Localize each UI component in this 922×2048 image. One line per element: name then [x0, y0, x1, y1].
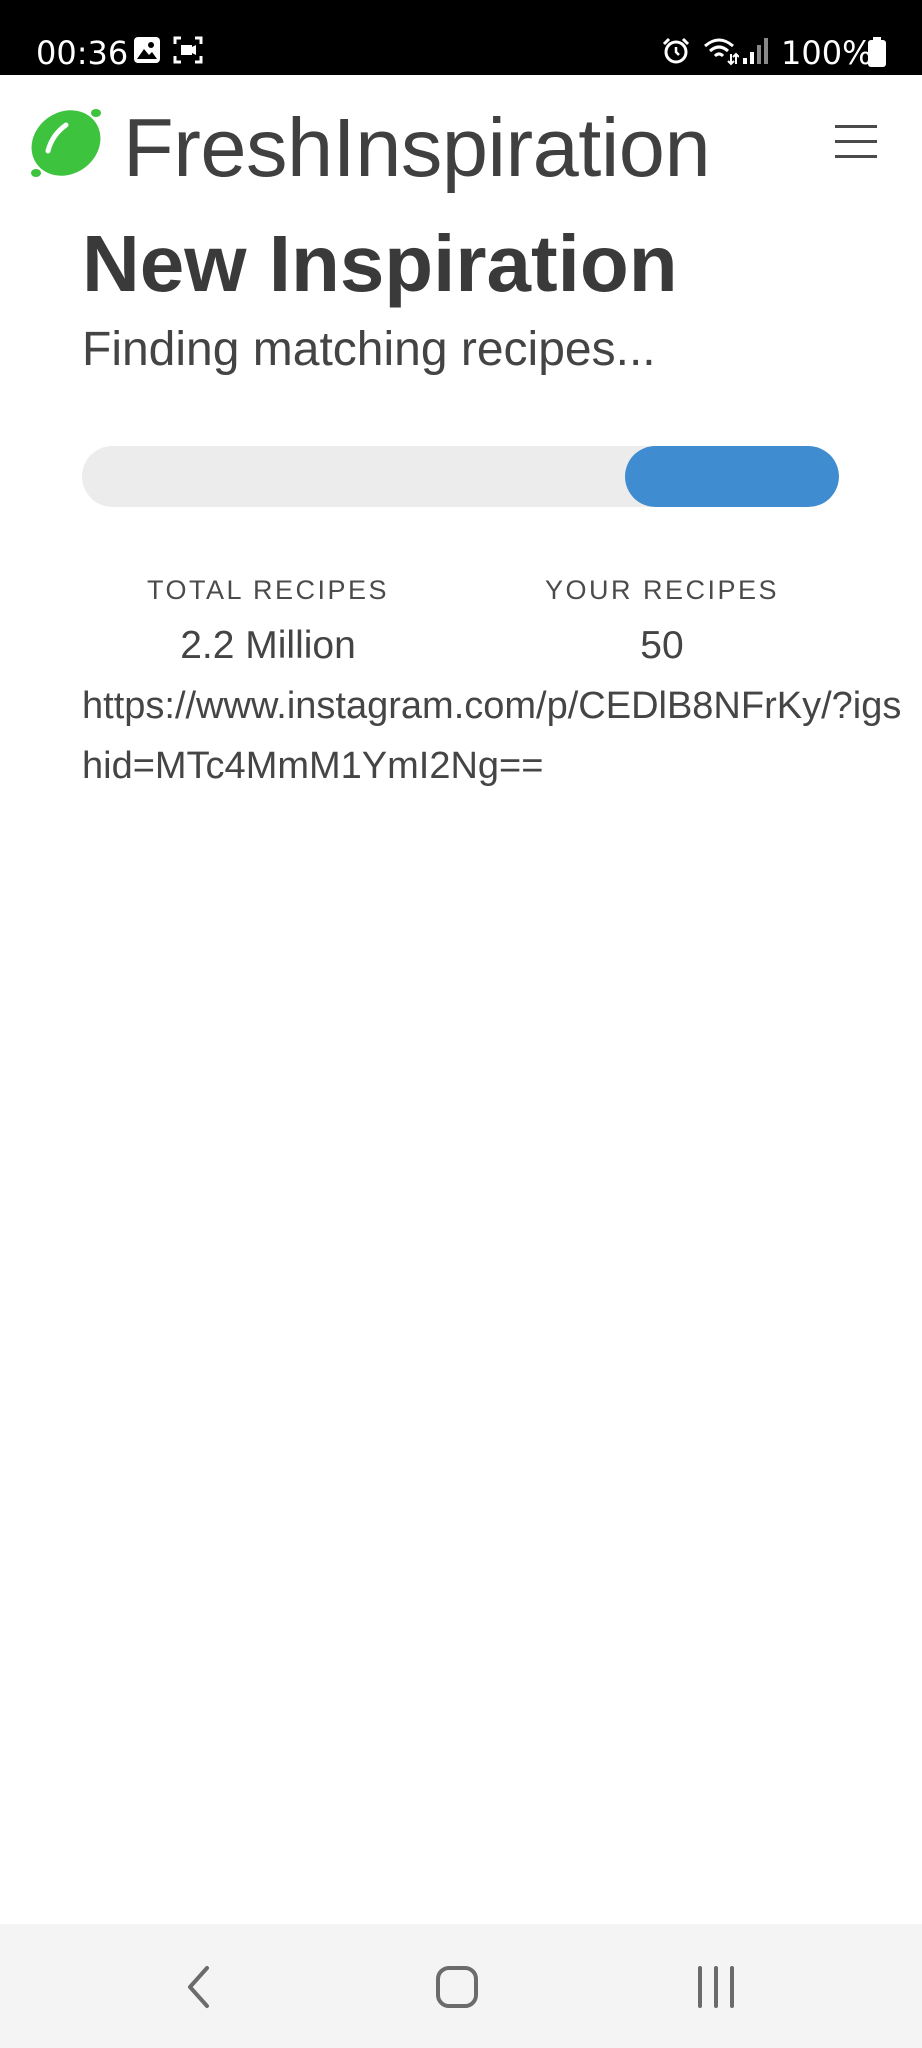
wifi-icon: [704, 38, 739, 66]
app-header: FreshInspiration: [0, 75, 922, 215]
shared-url-text: https://www.instagram.com/p/CEDlB8NFrKy/…: [82, 685, 902, 787]
stat-label-your-recipes: YOUR RECIPES: [544, 575, 780, 605]
page-title: New Inspiration: [82, 219, 678, 308]
status-time: 00:36: [36, 34, 129, 72]
back-icon[interactable]: [160, 1952, 240, 2022]
image-icon: [134, 37, 160, 63]
battery-icon: [868, 37, 886, 67]
recent-apps-icon[interactable]: [676, 1952, 756, 2022]
battery-percentage: 100%: [781, 34, 873, 72]
progress-bar: [82, 446, 839, 507]
stat-value-your-recipes: 50: [640, 624, 684, 667]
home-icon[interactable]: [417, 1952, 497, 2022]
lime-icon[interactable]: [28, 105, 104, 181]
hamburger-menu-icon[interactable]: [826, 121, 886, 167]
progress-bar-fill: [624, 446, 839, 507]
loading-status-text: Finding matching recipes...: [82, 323, 656, 376]
screen-record-icon: [173, 36, 203, 64]
alarm-icon: [662, 37, 690, 64]
brand-name[interactable]: FreshInspiration: [123, 100, 711, 195]
navigation-bar: [0, 1924, 922, 2048]
stat-label-total-recipes: TOTAL RECIPES: [146, 575, 390, 605]
stat-value-total-recipes: 2.2 Million: [180, 624, 356, 667]
signal-icon: [743, 38, 768, 64]
status-bar: 00:36 100%: [0, 0, 922, 75]
